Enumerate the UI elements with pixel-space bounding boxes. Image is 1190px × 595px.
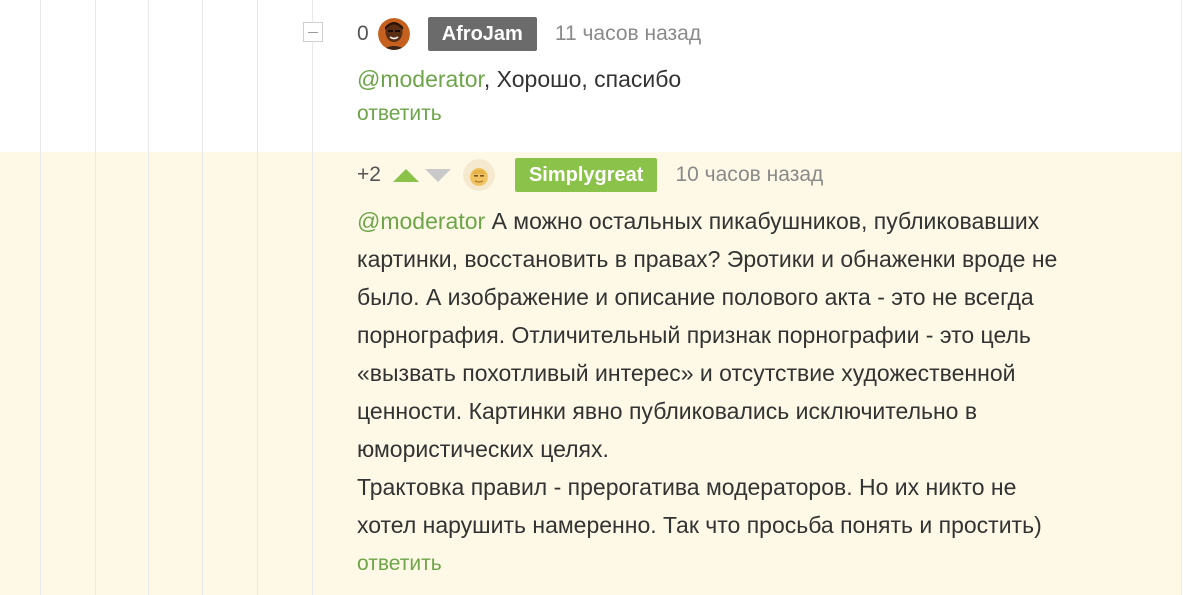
user-mention[interactable]: @moderator [357,66,484,92]
thread-guide-line [312,0,313,595]
thread-guide-line [202,0,203,595]
comment-simplygreat: +2 Simplygreat 10 часов назад @moderator… [357,157,1157,576]
comment-header: 0 AfroJam 11 часов назад [357,16,701,52]
comment-body: @moderator, Хорошо, спасибо [357,60,701,98]
comment-text-line: было. А изображение и описание полового … [357,284,1034,310]
thread-guide-line [148,0,149,595]
comment-header: +2 Simplygreat 10 часов назад [357,157,1157,193]
author-nickname[interactable]: AfroJam [427,17,537,51]
comment-timestamp[interactable]: 11 часов назад [555,22,701,46]
comment-text-line: порнография. Отличительный признак порно… [357,322,1031,348]
comment-text-line: @moderator А можно остальных пикабушнико… [357,208,1040,234]
avatar[interactable] [462,159,495,191]
comment-text-line: картинки, восстановить в правах? Эротики… [357,246,1058,272]
comment-text: , Хорошо, спасибо [483,66,682,92]
arrow-up-icon[interactable] [392,168,419,182]
collapse-thread-button[interactable] [303,22,323,42]
comment-text-line: юмористических целях. [357,436,609,462]
scrollbar-track[interactable] [1181,0,1190,595]
comment-text-line: Трактовка правил - прерогатива модератор… [357,474,1017,500]
comment-text-line: ценности. Картинки явно публиковались ис… [357,398,978,424]
avatar[interactable] [377,18,410,50]
comment-text-line: «вызвать похотливый интерес» и отсутстви… [357,360,1016,386]
comment-body: @moderator А можно остальных пикабушнико… [357,202,1157,544]
thread-guide-line [95,0,96,595]
user-mention[interactable]: @moderator [357,208,485,234]
comment-rating: +2 [357,163,381,186]
thread-guide-line [40,0,41,595]
author-nickname[interactable]: Simplygreat [514,158,658,192]
arrow-down-icon[interactable] [424,168,451,182]
comment-text-line: хотел нарушить намеренно. Так что просьб… [357,512,1042,538]
reply-link[interactable]: ответить [357,102,442,126]
comment-afrojam: 0 AfroJam 11 часов назад @moderator, Хор… [357,16,701,126]
comment-timestamp[interactable]: 10 часов назад [675,163,823,187]
thread-guide-line [257,0,258,595]
reply-link[interactable]: ответить [357,552,442,576]
comment-rating: 0 [357,22,369,45]
